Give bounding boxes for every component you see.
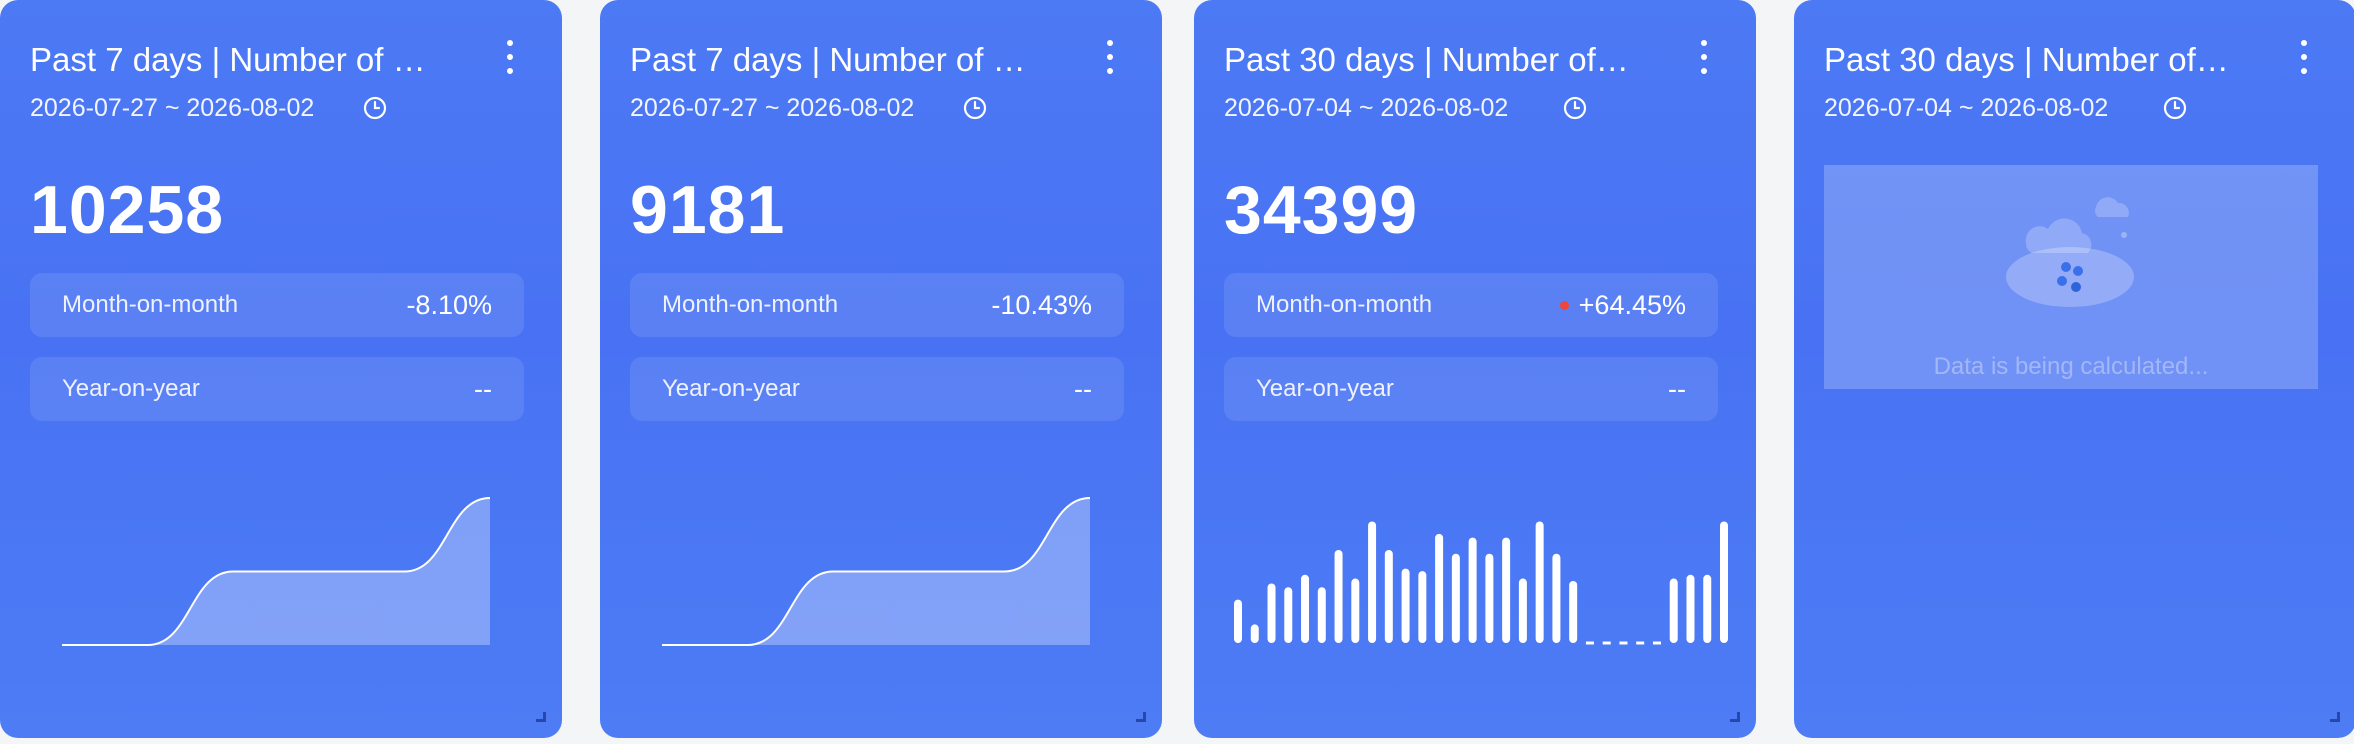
clock-icon[interactable] [2162,95,2188,121]
bar-0 [1234,599,1242,643]
bar-18 [1535,521,1544,643]
trend-area-chart [662,497,1091,646]
calculating-illustration-icon [2006,197,2134,307]
year-on-year-row: Year-on-year -- [30,357,524,421]
resize-handle-icon[interactable] [1730,712,1740,722]
card-title: Past 30 days | Number of… [1824,41,2229,78]
card-title: Past 30 days | Number of… [1224,41,1629,78]
bar-26 [1669,578,1678,643]
metric-card-4: Past 30 days | Number of… 2026-07-04 ~ 2… [1794,0,2354,738]
yoy-label: Year-on-year [1256,375,1394,402]
month-on-month-row: Month-on-month -10.43% [630,273,1124,337]
month-on-month-row: Month-on-month +64.45% [1224,273,1718,337]
yoy-label: Year-on-year [62,375,200,402]
metric-value: 34399 [1224,172,1419,248]
bar-16 [1502,537,1511,643]
bar-2 [1267,583,1276,643]
mom-value: -10.43% [991,289,1092,320]
bar-21 [1585,641,1594,645]
bar-10 [1401,568,1410,643]
mom-label: Month-on-month [662,291,839,318]
resize-handle-icon[interactable] [536,712,546,722]
date-range: 2026-07-04 ~ 2026-08-02 [1824,94,2109,122]
bar-22 [1602,641,1611,645]
metric-value: 9181 [630,172,786,248]
mom-label: Month-on-month [62,291,239,318]
bar-4 [1301,574,1310,643]
mom-value: -8.10% [406,289,492,320]
card-title: Past 7 days | Number of … [630,41,1026,78]
metric-card-1: Past 7 days | Number of … 2026-07-27 ~ 2… [0,0,562,738]
bar-19 [1552,553,1561,643]
bar-5 [1317,587,1326,643]
bar-24 [1636,641,1645,645]
bar-20 [1569,581,1578,643]
yoy-value: -- [474,373,492,404]
year-on-year-row: Year-on-year -- [630,357,1124,421]
clock-icon[interactable] [1562,95,1588,121]
bar-27 [1686,574,1695,643]
bar-7 [1351,578,1360,643]
bar-11 [1418,571,1427,643]
bar-29 [1720,521,1728,643]
month-on-month-row: Month-on-month -8.10% [30,273,524,337]
bar-12 [1435,533,1444,643]
mom-value-wrap: +64.45% [1559,289,1686,321]
bar-15 [1485,553,1494,643]
bar-14 [1468,537,1477,643]
calculating-placeholder: Data is being calculated... [1824,165,2318,389]
resize-handle-icon[interactable] [1136,712,1146,722]
yoy-label: Year-on-year [662,375,800,402]
date-range: 2026-07-04 ~ 2026-08-02 [1224,94,1509,122]
metric-value: 10258 [30,172,225,248]
bar-8 [1368,521,1377,643]
yoy-value: -- [1668,373,1686,404]
bar-13 [1451,553,1460,643]
daily-bar-chart [1234,521,1728,645]
bar-25 [1652,641,1661,645]
year-on-year-row: Year-on-year -- [1224,357,1718,421]
card-title: Past 7 days | Number of … [30,41,426,78]
clock-icon[interactable] [362,95,388,121]
metric-card-2: Past 7 days | Number of … 2026-07-27 ~ 2… [600,0,1162,738]
more-vertical-icon[interactable] [2298,40,2310,74]
calculating-text: Data is being calculated... [1933,353,2209,380]
mom-label: Month-on-month [1256,291,1433,318]
bar-6 [1334,550,1343,643]
more-vertical-icon[interactable] [1104,40,1116,74]
mom-value: +64.45% [1578,289,1686,320]
date-range: 2026-07-27 ~ 2026-08-02 [630,94,915,122]
bar-3 [1284,587,1293,643]
bar-9 [1384,550,1393,643]
bar-17 [1518,578,1527,643]
increase-indicator-dot [1559,300,1569,310]
more-vertical-icon[interactable] [1698,40,1710,74]
resize-handle-icon[interactable] [2330,712,2340,722]
more-vertical-icon[interactable] [504,40,516,74]
metric-card-3: Past 30 days | Number of… 2026-07-04 ~ 2… [1194,0,1756,738]
date-range: 2026-07-27 ~ 2026-08-02 [30,94,315,122]
bar-23 [1619,641,1628,645]
clock-icon[interactable] [962,95,988,121]
yoy-value: -- [1074,373,1092,404]
bar-28 [1703,574,1712,643]
trend-area-chart [62,497,491,646]
bar-1 [1250,624,1259,643]
